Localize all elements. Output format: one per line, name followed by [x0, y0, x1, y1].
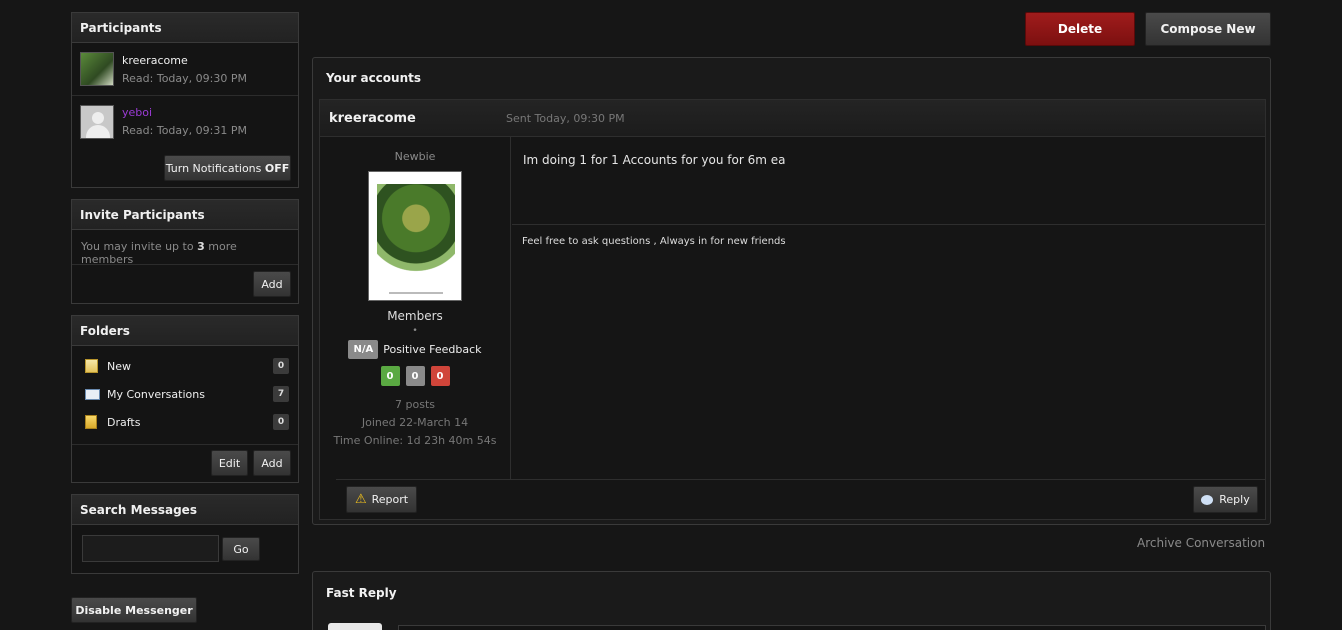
invite-title: Invite Participants: [72, 200, 298, 230]
feedback-neutral-count[interactable]: 0: [405, 366, 425, 386]
user-rank: Newbie: [394, 150, 436, 163]
participant-row[interactable]: kreeracome Read: Today, 09:30 PM: [72, 43, 298, 95]
fast-reply-editor[interactable]: [398, 625, 1266, 630]
folder-icon: [85, 359, 98, 373]
envelope-icon: [85, 388, 100, 400]
message-post: kreeracome Sent Today, 09:30 PM Newbie M…: [319, 99, 1266, 520]
search-input[interactable]: [82, 535, 219, 562]
search-title: Search Messages: [72, 495, 298, 525]
folders-title: Folders: [72, 316, 298, 346]
folder-item-new[interactable]: New 0: [85, 356, 289, 376]
compose-new-button[interactable]: Compose New: [1145, 12, 1271, 46]
folders-panel: Folders New 0 My Conversations 7 Drafts …: [71, 315, 299, 483]
delete-button[interactable]: Delete: [1025, 12, 1135, 46]
invite-panel: Invite Participants You may invite up to…: [71, 199, 299, 304]
conversation-panel: Your accounts kreeracome Sent Today, 09:…: [312, 57, 1271, 525]
avatar[interactable]: [368, 171, 462, 301]
avatar[interactable]: [80, 104, 114, 139]
feedback-na-badge: N/A: [348, 340, 379, 359]
feedback-label[interactable]: Positive Feedback: [383, 343, 481, 356]
participants-panel: Participants kreeracome Read: Today, 09:…: [71, 12, 299, 188]
speech-bubble-icon: [1201, 494, 1214, 505]
invite-limit-text: You may invite up to 3 more members: [81, 240, 237, 266]
avatar[interactable]: [80, 52, 114, 86]
avatar: [328, 623, 382, 630]
invite-add-button[interactable]: Add: [253, 271, 291, 297]
warning-icon: ⚠: [354, 492, 367, 507]
user-time-online: Time Online: 1d 23h 40m 54s: [333, 434, 497, 447]
participants-title: Participants: [72, 13, 298, 43]
user-post-count: 7 posts: [395, 398, 435, 411]
user-group: Members: [387, 309, 443, 323]
disable-messenger-button[interactable]: Disable Messenger: [71, 597, 197, 623]
message-body: Im doing 1 for 1 Accounts for you for 6m…: [523, 153, 786, 167]
folder-count: 7: [273, 386, 289, 402]
post-sent-time: Sent Today, 09:30 PM: [506, 112, 625, 125]
post-author[interactable]: kreeracome: [329, 111, 416, 126]
search-go-button[interactable]: Go: [222, 537, 260, 561]
reply-button[interactable]: Reply: [1193, 486, 1258, 513]
feedback-positive-count[interactable]: 0: [380, 366, 400, 386]
folder-item-my-conversations[interactable]: My Conversations 7: [85, 384, 289, 404]
participant-name[interactable]: yeboi: [122, 106, 247, 119]
folders-add-button[interactable]: Add: [253, 450, 291, 476]
folder-count: 0: [273, 414, 289, 430]
folder-icon: [85, 415, 97, 429]
user-dot: •: [412, 326, 418, 336]
message-signature: Feel free to ask questions , Always in f…: [522, 236, 786, 247]
fast-reply-panel: Fast Reply: [312, 571, 1271, 630]
participant-name[interactable]: kreeracome: [122, 54, 247, 67]
fast-reply-title: Fast Reply: [326, 586, 397, 600]
user-info: Newbie Members • N/A Positive Feedback 0…: [320, 137, 511, 479]
participant-read-time: Read: Today, 09:31 PM: [122, 124, 247, 137]
folder-count: 0: [273, 358, 289, 374]
report-button[interactable]: ⚠ Report: [346, 486, 417, 513]
turn-notifications-button[interactable]: Turn Notifications OFF: [164, 155, 291, 181]
archive-conversation-link[interactable]: Archive Conversation: [1137, 536, 1265, 550]
conversation-title: Your accounts: [326, 71, 422, 85]
feedback-negative-count[interactable]: 0: [430, 366, 450, 386]
folder-item-drafts[interactable]: Drafts 0: [85, 412, 289, 432]
participant-row[interactable]: yeboi Read: Today, 09:31 PM: [72, 95, 298, 147]
search-panel: Search Messages Go: [71, 494, 299, 574]
folders-edit-button[interactable]: Edit: [211, 450, 248, 476]
participant-read-time: Read: Today, 09:30 PM: [122, 71, 247, 85]
user-joined: Joined 22-March 14: [361, 416, 469, 429]
